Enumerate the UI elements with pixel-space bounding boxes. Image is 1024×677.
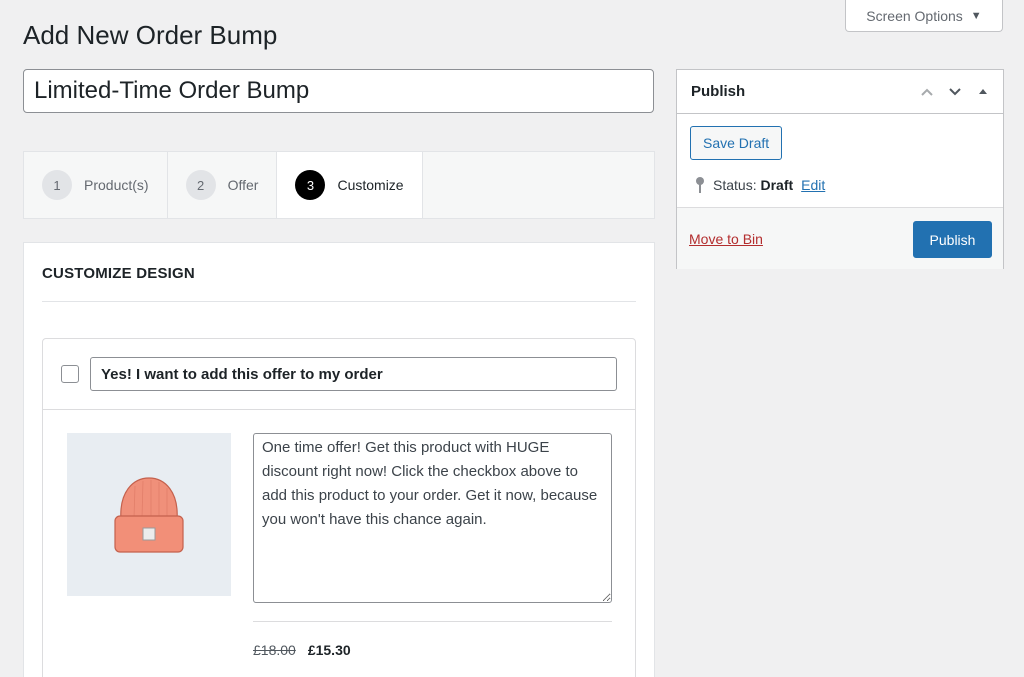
panel-heading: CUSTOMIZE DESIGN — [42, 265, 195, 282]
screen-options-label: Screen Options — [866, 7, 963, 24]
price-row: £18.00 £15.30 — [253, 642, 351, 658]
publish-header: Publish — [677, 70, 1003, 114]
publish-button[interactable]: Publish — [913, 221, 992, 258]
post-title-input[interactable] — [23, 69, 654, 113]
divider — [253, 621, 612, 622]
screen-options-button[interactable]: Screen Options ▼ — [845, 0, 1003, 32]
box-controls — [919, 70, 991, 114]
beanie-hat-icon — [114, 476, 184, 553]
bump-title-input[interactable] — [90, 357, 617, 391]
status-value: Draft — [760, 177, 794, 193]
status-text: Status: Draft — [713, 177, 793, 193]
edit-status-link[interactable]: Edit — [801, 177, 825, 193]
caret-down-icon: ▼ — [970, 9, 982, 22]
customize-design-panel: CUSTOMIZE DESIGN One time offer! Get thi… — [23, 242, 655, 677]
discounted-price: £15.30 — [307, 642, 351, 658]
page-title: Add New Order Bump — [23, 20, 278, 50]
publish-title: Publish — [691, 83, 746, 100]
move-up-icon[interactable] — [919, 84, 935, 100]
status-label: Status: — [713, 177, 757, 193]
status-row: Status: Draft Edit — [695, 176, 825, 194]
divider — [42, 301, 636, 302]
collapse-toggle-icon[interactable] — [975, 84, 991, 100]
pin-icon — [696, 177, 704, 193]
step-number: 2 — [185, 170, 216, 200]
bump-checkbox[interactable] — [61, 365, 79, 383]
step-offer[interactable]: 2 Offer — [168, 152, 278, 218]
step-customize[interactable]: 3 Customize — [277, 152, 423, 218]
step-products[interactable]: 1 Product(s) — [24, 152, 168, 218]
original-price: £18.00 — [253, 642, 296, 658]
step-label: Product(s) — [84, 177, 149, 193]
bump-description-textarea[interactable]: One time offer! Get this product with HU… — [253, 433, 612, 603]
step-number: 3 — [295, 170, 326, 200]
step-label: Customize — [337, 177, 404, 193]
publish-actions: Move to Bin Publish — [677, 207, 1003, 269]
order-bump-preview: One time offer! Get this product with HU… — [42, 338, 636, 677]
save-draft-button[interactable]: Save Draft — [690, 126, 783, 160]
step-number: 1 — [42, 170, 72, 200]
product-image — [67, 433, 231, 596]
step-label: Offer — [227, 177, 259, 193]
move-to-bin-link[interactable]: Move to Bin — [689, 231, 763, 247]
step-navigation: 1 Product(s) 2 Offer 3 Customize — [23, 151, 655, 219]
publish-box: Publish Save Draft Status: Draft Edit Mo… — [676, 69, 1004, 269]
bump-header — [43, 339, 635, 410]
move-down-icon[interactable] — [947, 84, 963, 100]
